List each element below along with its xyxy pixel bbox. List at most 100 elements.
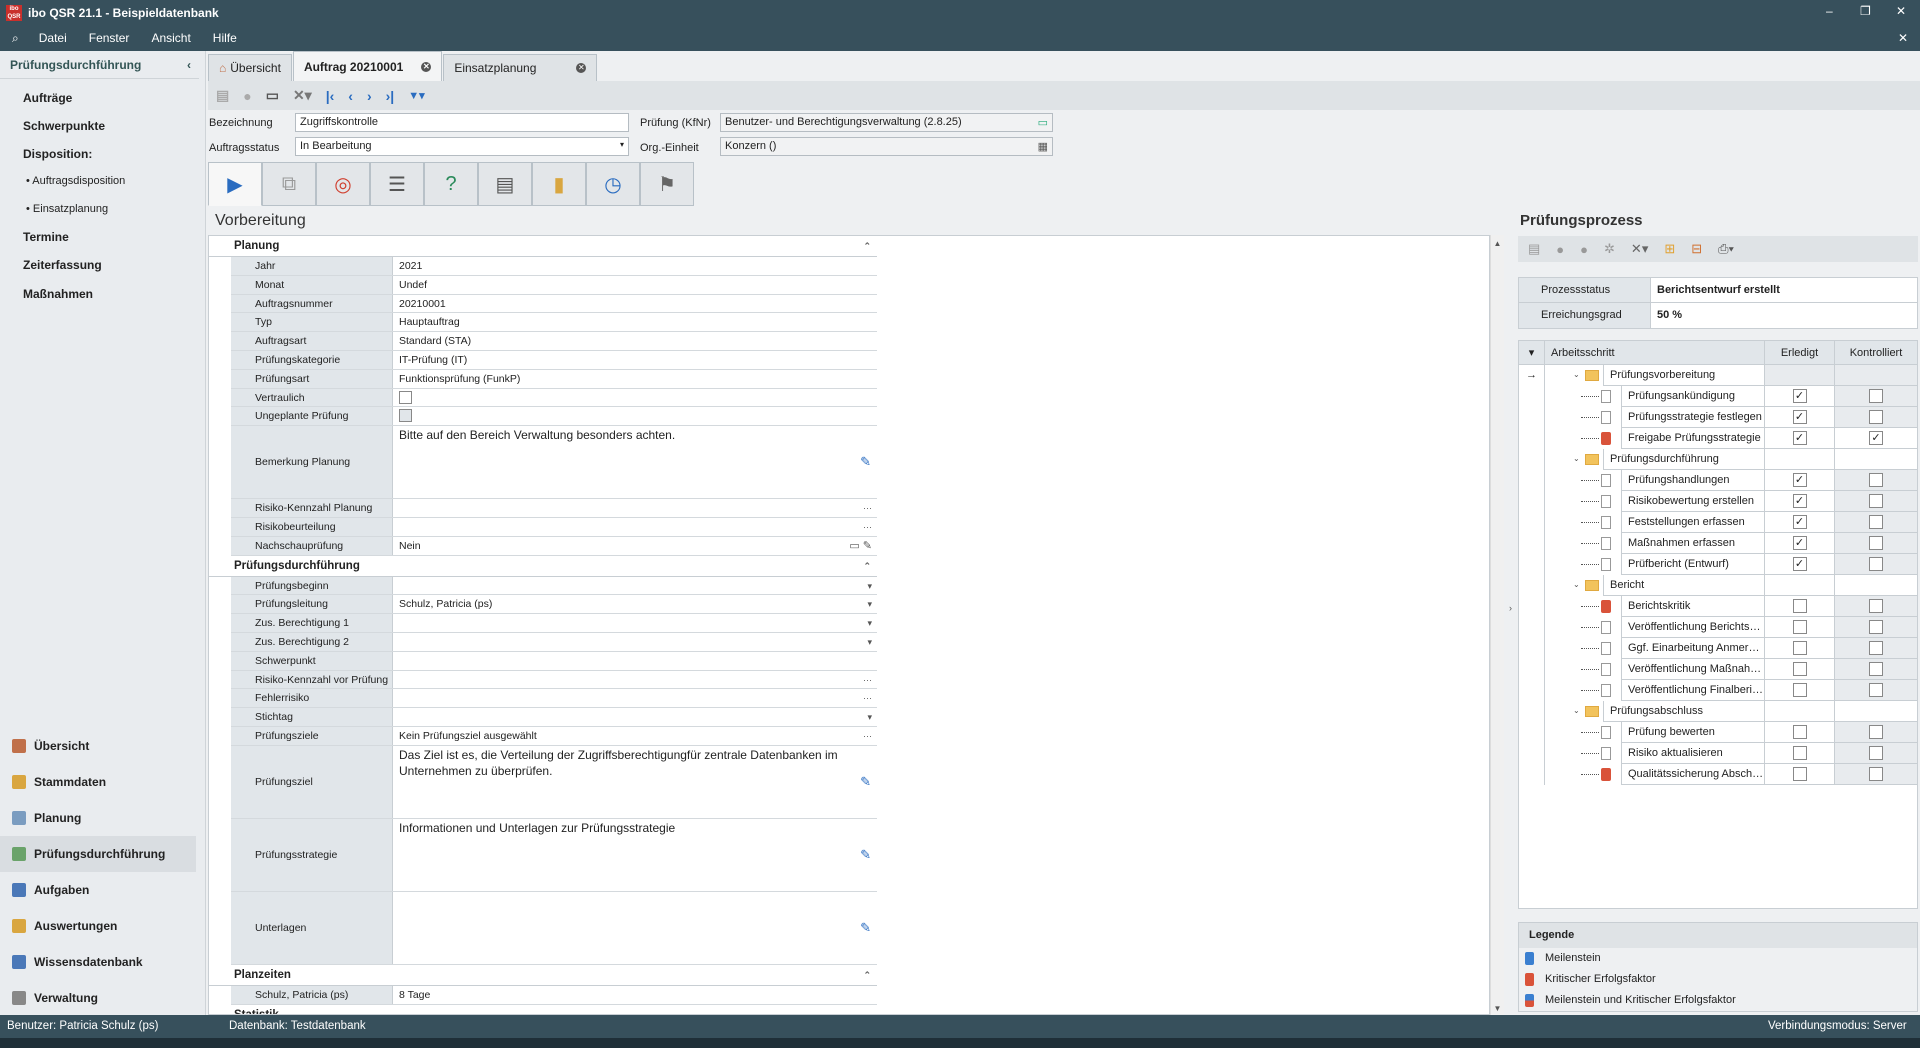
collapse-icon[interactable]: ⌃ bbox=[863, 556, 871, 577]
kontrolliert-cell[interactable] bbox=[1835, 659, 1917, 680]
menu-ansicht[interactable]: Ansicht bbox=[151, 31, 190, 45]
arbeitsschritt-cell[interactable]: Veröffentlichung Maßnahmen bbox=[1545, 659, 1765, 680]
erledigt-checkbox[interactable]: ✓ bbox=[1792, 557, 1807, 571]
kontrolliert-checkbox[interactable] bbox=[1869, 599, 1883, 613]
arbeitsschritt-cell[interactable]: Veröffentlichung Finalbericht bbox=[1545, 680, 1765, 701]
ellipsis-button[interactable]: ··· bbox=[863, 689, 872, 707]
edit-note-icon[interactable]: ✎ bbox=[860, 847, 871, 863]
previous-record-icon[interactable]: ‹ bbox=[348, 88, 353, 104]
erledigt-checkbox[interactable] bbox=[1792, 725, 1807, 739]
field-value[interactable]: Informationen und Unterlagen zur Prüfung… bbox=[393, 819, 877, 891]
erledigt-cell[interactable]: ✓ bbox=[1765, 428, 1835, 449]
nav-wissensdatenbank[interactable]: Wissensdatenbank bbox=[0, 944, 196, 980]
erledigt-cell[interactable]: ✓ bbox=[1765, 470, 1835, 491]
erledigt-cell[interactable]: ✓ bbox=[1765, 386, 1835, 407]
chevron-down-icon[interactable]: ▾ bbox=[867, 633, 872, 651]
next-record-icon[interactable]: › bbox=[367, 88, 372, 104]
field-value[interactable]: ▾ bbox=[393, 614, 877, 632]
org-picker-icon[interactable]: ▦ bbox=[1038, 140, 1048, 153]
sidebar-item[interactable]: • Einsatzplanung bbox=[26, 203, 108, 215]
collapse-icon[interactable]: ⌃ bbox=[863, 965, 871, 986]
arbeitsschritt-cell[interactable]: ⌄ Prüfungsabschluss bbox=[1545, 701, 1765, 722]
erledigt-cell[interactable] bbox=[1765, 722, 1835, 743]
field-value[interactable]: ▾ bbox=[393, 577, 877, 595]
column-arbeitsschritt[interactable]: Arbeitsschritt bbox=[1545, 341, 1765, 364]
erledigt-checkbox[interactable]: ✓ bbox=[1792, 494, 1807, 508]
kontrolliert-cell[interactable] bbox=[1835, 680, 1917, 701]
menu-datei[interactable]: Datei bbox=[39, 31, 67, 45]
nav-übersicht[interactable]: Übersicht bbox=[0, 728, 196, 764]
erledigt-checkbox[interactable] bbox=[1792, 641, 1807, 655]
arbeitsschritt-cell[interactable]: Veröffentlichung Berichtsentwurf bbox=[1545, 617, 1765, 638]
open-record-icon[interactable]: ▭ bbox=[1038, 116, 1048, 129]
tree-row[interactable]: Berichtskritik bbox=[1519, 596, 1917, 617]
field-value[interactable]: ··· bbox=[393, 499, 877, 517]
ellipsis-button[interactable]: ··· bbox=[863, 671, 872, 689]
restore-button[interactable]: ❐ bbox=[1860, 4, 1871, 18]
erledigt-checkbox[interactable]: ✓ bbox=[1792, 431, 1807, 445]
kontrolliert-cell[interactable]: ✓ bbox=[1835, 428, 1917, 449]
chevron-down-icon[interactable]: ▾ bbox=[867, 577, 872, 595]
tree-row[interactable]: Prüfungsankündigung ✓ bbox=[1519, 386, 1917, 407]
add-step-icon[interactable]: ⊞ bbox=[1664, 241, 1675, 257]
tools-icon[interactable]: ✕▾ bbox=[293, 87, 312, 104]
tree-row[interactable]: Prüfungsstrategie festlegen ✓ bbox=[1519, 407, 1917, 428]
org-field[interactable]: Konzern () ▦ bbox=[720, 137, 1053, 156]
tree-row[interactable]: Veröffentlichung Maßnahmen bbox=[1519, 659, 1917, 680]
tree-row[interactable]: Ggf. Einarbeitung Anmerkungen bbox=[1519, 638, 1917, 659]
expand-chevron-icon[interactable]: ⌄ bbox=[1573, 701, 1580, 721]
kontrolliert-checkbox[interactable] bbox=[1869, 620, 1883, 634]
arbeitsschritt-cell[interactable]: Ggf. Einarbeitung Anmerkungen bbox=[1545, 638, 1765, 659]
field-value[interactable]: Das Ziel ist es, die Verteilung der Zugr… bbox=[393, 746, 877, 818]
nav-auswertungen[interactable]: Auswertungen bbox=[0, 908, 196, 944]
export-icon[interactable]: ▭ bbox=[266, 87, 279, 104]
field-value[interactable]: 2021 bbox=[393, 257, 877, 275]
erledigt-checkbox[interactable]: ✓ bbox=[1792, 410, 1807, 424]
edit-note-icon[interactable]: ✎ bbox=[860, 920, 871, 936]
close-tab-icon[interactable]: ✕ bbox=[576, 63, 587, 73]
nav-stammdaten[interactable]: Stammdaten bbox=[0, 764, 196, 800]
tree-row[interactable]: Freigabe Prüfungsstrategie ✓ ✓ bbox=[1519, 428, 1917, 449]
tree-row[interactable]: Feststellungen erfassen ✓ bbox=[1519, 512, 1917, 533]
close-tab-icon[interactable]: ✕ bbox=[421, 61, 432, 72]
kontrolliert-cell[interactable] bbox=[1835, 617, 1917, 638]
field-value[interactable]: Schulz, Patricia (ps) ▾ bbox=[393, 595, 877, 613]
arbeitsschritt-cell[interactable]: ⌄ Prüfungsdurchführung bbox=[1545, 449, 1765, 470]
kontrolliert-checkbox[interactable]: ✓ bbox=[1869, 431, 1883, 445]
expand-chevron-icon[interactable]: ⌄ bbox=[1573, 449, 1580, 469]
nav-aufgaben[interactable]: Aufgaben bbox=[0, 872, 196, 908]
print-icon[interactable]: ⎙▾ bbox=[1718, 241, 1734, 257]
undo-icon[interactable]: ● bbox=[243, 88, 251, 104]
kontrolliert-cell[interactable] bbox=[1835, 533, 1917, 554]
nav-planung[interactable]: Planung bbox=[0, 800, 196, 836]
arbeitsschritt-cell[interactable]: Prüfungsstrategie festlegen bbox=[1545, 407, 1765, 428]
erledigt-checkbox[interactable] bbox=[1792, 620, 1807, 634]
search-icon[interactable]: ⌕ bbox=[12, 31, 19, 46]
kontrolliert-checkbox[interactable] bbox=[1869, 515, 1883, 529]
field-value[interactable]: 20210001 bbox=[393, 295, 877, 313]
checkbox[interactable] bbox=[399, 409, 412, 423]
tree-row[interactable]: Veröffentlichung Finalbericht bbox=[1519, 680, 1917, 701]
arbeitsschritt-cell[interactable]: Prüfungshandlungen bbox=[1545, 470, 1765, 491]
kontrolliert-checkbox[interactable] bbox=[1869, 725, 1883, 739]
field-value[interactable]: Undef bbox=[393, 276, 877, 294]
field-value[interactable]: ··· bbox=[393, 671, 877, 689]
arbeitsschritt-cell[interactable]: Berichtskritik bbox=[1545, 596, 1765, 617]
arbeitsschritt-cell[interactable]: ⌄ Prüfungsvorbereitung bbox=[1545, 365, 1765, 386]
bezeichnung-input[interactable]: Zugriffskontrolle bbox=[295, 113, 629, 132]
sidebar-item[interactable]: Disposition: bbox=[23, 147, 92, 161]
field-value[interactable]: Kein Prüfungsziel ausgewählt ··· bbox=[393, 727, 877, 745]
close-document-button[interactable]: ✕ bbox=[1898, 31, 1908, 45]
tree-row[interactable]: Qualitätssicherung Abschluss bbox=[1519, 764, 1917, 785]
kontrolliert-checkbox[interactable] bbox=[1869, 767, 1883, 781]
kontrolliert-cell[interactable] bbox=[1835, 407, 1917, 428]
field-value[interactable]: Funktionsprüfung (FunkP) bbox=[393, 370, 877, 388]
erledigt-checkbox[interactable] bbox=[1792, 599, 1807, 613]
erledigt-cell[interactable] bbox=[1765, 596, 1835, 617]
erledigt-checkbox[interactable]: ✓ bbox=[1792, 473, 1807, 487]
column-kontrolliert[interactable]: Kontrolliert bbox=[1835, 341, 1917, 364]
erledigt-cell[interactable] bbox=[1765, 764, 1835, 785]
field-value[interactable]: Standard (STA) bbox=[393, 332, 877, 350]
kontrolliert-checkbox[interactable] bbox=[1869, 746, 1883, 760]
erledigt-checkbox[interactable] bbox=[1792, 767, 1807, 781]
